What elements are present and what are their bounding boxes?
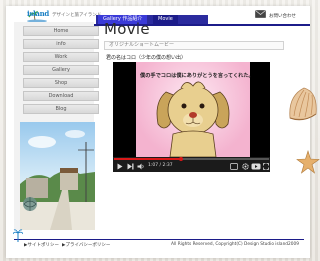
video-controls: 1:07 / 2:37 (113, 157, 270, 172)
mail-icon[interactable] (255, 10, 266, 18)
progress-bar[interactable] (114, 157, 269, 161)
seashell-decoration-icon (289, 87, 317, 121)
sidebar-item-work[interactable]: Work (23, 52, 99, 62)
volume-icon[interactable] (137, 163, 145, 170)
starfish-decoration-icon (296, 150, 320, 174)
progress-handle[interactable] (178, 157, 183, 161)
sidebar-item-download[interactable]: Download (23, 91, 99, 101)
settings-gear-icon[interactable] (242, 163, 249, 170)
sidebar-photo (20, 122, 95, 230)
sidebar-item-blog[interactable]: Blog (23, 104, 99, 114)
contact-link[interactable]: お問い合わせ (269, 13, 296, 19)
next-icon[interactable] (127, 163, 134, 170)
privacy-policy-link[interactable]: ▶プライバシーポリシー (62, 242, 110, 248)
sidebar-item-shop[interactable]: Shop (23, 78, 99, 88)
copyright-text: All Rights Reserved, Copyright(C) Design… (171, 242, 299, 247)
site-tagline: デザインと旅アイランド (52, 13, 102, 18)
palm-tree-icon (13, 229, 23, 242)
page-subtitle: オリジナルショートムービー (104, 41, 284, 50)
play-icon[interactable] (117, 163, 123, 170)
time-display: 1:07 / 2:37 (148, 163, 173, 168)
sidebar-item-info[interactable]: info (23, 39, 99, 49)
site-policy-link[interactable]: ▶サイトポリシー (24, 242, 59, 248)
video-subtitle-text: 僕の手でコロは僕にありがとうを言ってくれた。 (140, 73, 254, 79)
captions-icon[interactable] (230, 163, 238, 170)
footer-divider (14, 239, 304, 240)
tab-movie[interactable]: Movie (153, 15, 178, 24)
sidebar-item-gallery[interactable]: Gallery (23, 65, 99, 75)
video-caption: 君の名はコロ（少年の僕の想い出） (106, 55, 187, 61)
fullscreen-icon[interactable] (263, 163, 269, 170)
sidebar-item-home[interactable]: Home (23, 26, 99, 36)
youtube-logo-icon[interactable] (251, 163, 261, 170)
page-title: Movie (104, 20, 150, 38)
progress-fill (114, 158, 181, 160)
logo-text[interactable]: island (27, 9, 49, 18)
